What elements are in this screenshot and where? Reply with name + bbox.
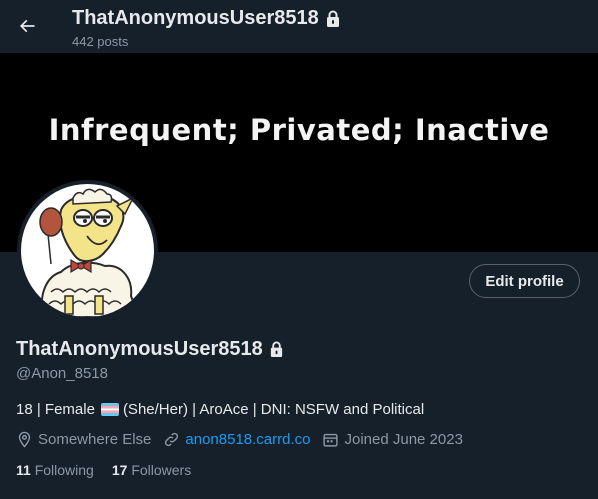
following-label: Following [34,462,94,478]
location-pin-icon [18,431,31,448]
joined-item: Joined June 2023 [322,431,463,448]
profile-meta: Somewhere Else anon8518.carrd.co Joined … [16,431,475,448]
avatar-image [21,184,154,317]
banner-text: Infrequent; Privated; Inactive [48,112,550,147]
location-item: Somewhere Else [16,431,151,448]
followers-label: Followers [131,462,192,478]
website-item: anon8518.carrd.co [163,431,310,448]
profile-header-bar: ThatAnonymousUser8518 442 posts [0,0,598,53]
lock-icon [270,341,282,357]
profile-handle: @Anon_8518 [16,365,108,382]
follow-stats: 11 Following 17 Followers [16,462,191,478]
back-button[interactable] [10,9,44,43]
location-text: Somewhere Else [38,431,152,448]
posts-count: 442 posts [72,34,129,49]
calendar-icon [323,433,339,447]
lock-icon [326,10,339,27]
website-link[interactable]: anon8518.carrd.co [185,431,310,448]
bio-text-start: 18 | Female [16,401,95,418]
transgender-flag-icon [100,403,119,416]
following-count: 11 [16,462,31,478]
back-arrow-icon [19,19,35,33]
profile-name: ThatAnonymousUser8518 [16,338,284,361]
header-name: ThatAnonymousUser8518 [72,7,341,30]
joined-text: Joined June 2023 [344,431,463,448]
header-display-name: ThatAnonymousUser8518 [72,7,319,29]
edit-profile-button[interactable]: Edit profile [469,264,580,298]
profile-display-name: ThatAnonymousUser8518 [16,338,263,360]
link-icon [165,432,179,447]
followers-link[interactable]: 17 Followers [112,462,191,478]
following-link[interactable]: 11 Following [16,462,94,478]
avatar[interactable] [17,180,158,321]
bio-text-end: (She/Her) | AroAce | DNI: NSFW and Polit… [122,401,425,418]
profile-bio: 18 | Female (She/Her) | AroAce | DNI: NS… [16,401,424,418]
followers-count: 17 [111,462,128,478]
